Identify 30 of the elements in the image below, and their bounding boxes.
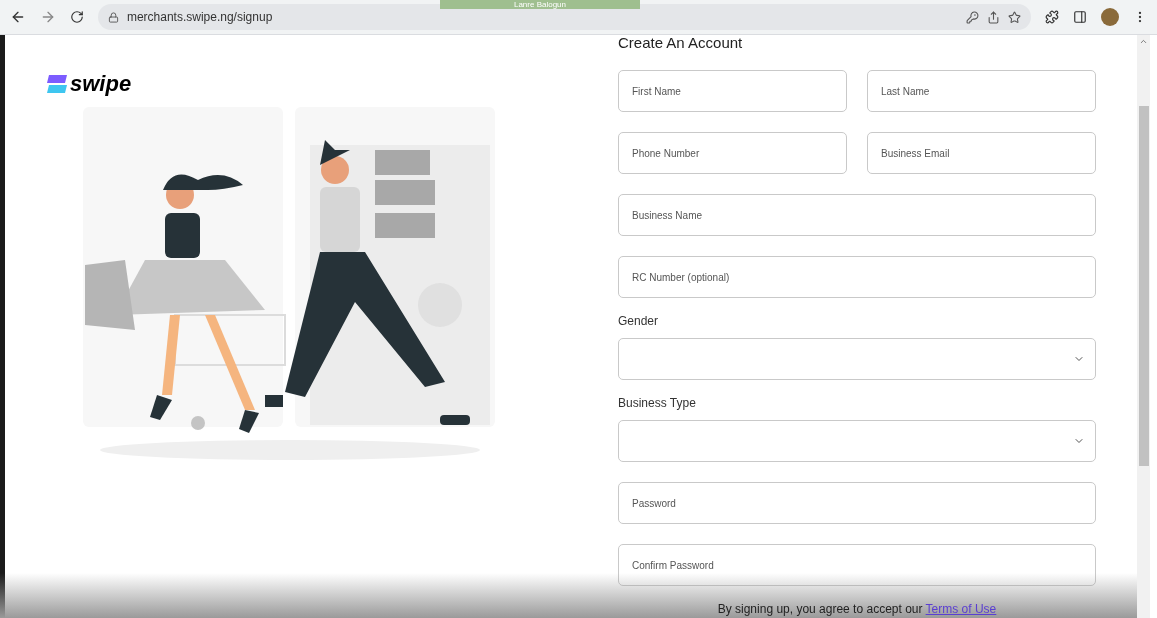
lock-icon xyxy=(107,11,119,23)
input-field[interactable]: First Name xyxy=(618,70,847,112)
input-field[interactable]: Last Name xyxy=(867,70,1096,112)
scrollbar[interactable] xyxy=(1137,35,1150,618)
avatar[interactable] xyxy=(1101,8,1119,26)
input-field[interactable]: Phone Number xyxy=(618,132,847,174)
extensions-icon[interactable] xyxy=(1045,10,1060,24)
input-field[interactable]: RC Number (optional) xyxy=(618,256,1096,298)
terms-link[interactable]: Terms of Use xyxy=(925,602,997,616)
logo-text: swipe xyxy=(70,73,132,95)
input-field[interactable]: Business Name xyxy=(618,194,1096,236)
select-field[interactable] xyxy=(618,420,1096,462)
field-label: Business Type xyxy=(618,395,697,412)
star-icon[interactable] xyxy=(1008,10,1022,24)
side-panel-icon[interactable] xyxy=(1073,10,1088,24)
input-field[interactable]: Password xyxy=(618,482,1096,524)
share-icon[interactable] xyxy=(987,10,1001,24)
field-label: Gender xyxy=(618,313,660,330)
key-icon[interactable] xyxy=(966,10,980,24)
scroll-thumb[interactable] xyxy=(1138,106,1149,466)
select-field[interactable] xyxy=(618,338,1096,380)
back-icon[interactable] xyxy=(10,9,26,25)
input-field[interactable]: Confirm Password xyxy=(618,544,1096,586)
tab-title[interactable]: Lanre Balogun xyxy=(440,0,640,9)
terms-text: By signing up, you agree to accept our xyxy=(717,602,924,616)
form-title: Create An Account xyxy=(618,35,744,51)
input-field[interactable]: Business Email xyxy=(867,132,1096,174)
logo-icon xyxy=(47,75,67,93)
scroll-up-icon[interactable] xyxy=(1139,37,1148,46)
reload-icon[interactable] xyxy=(69,10,84,24)
